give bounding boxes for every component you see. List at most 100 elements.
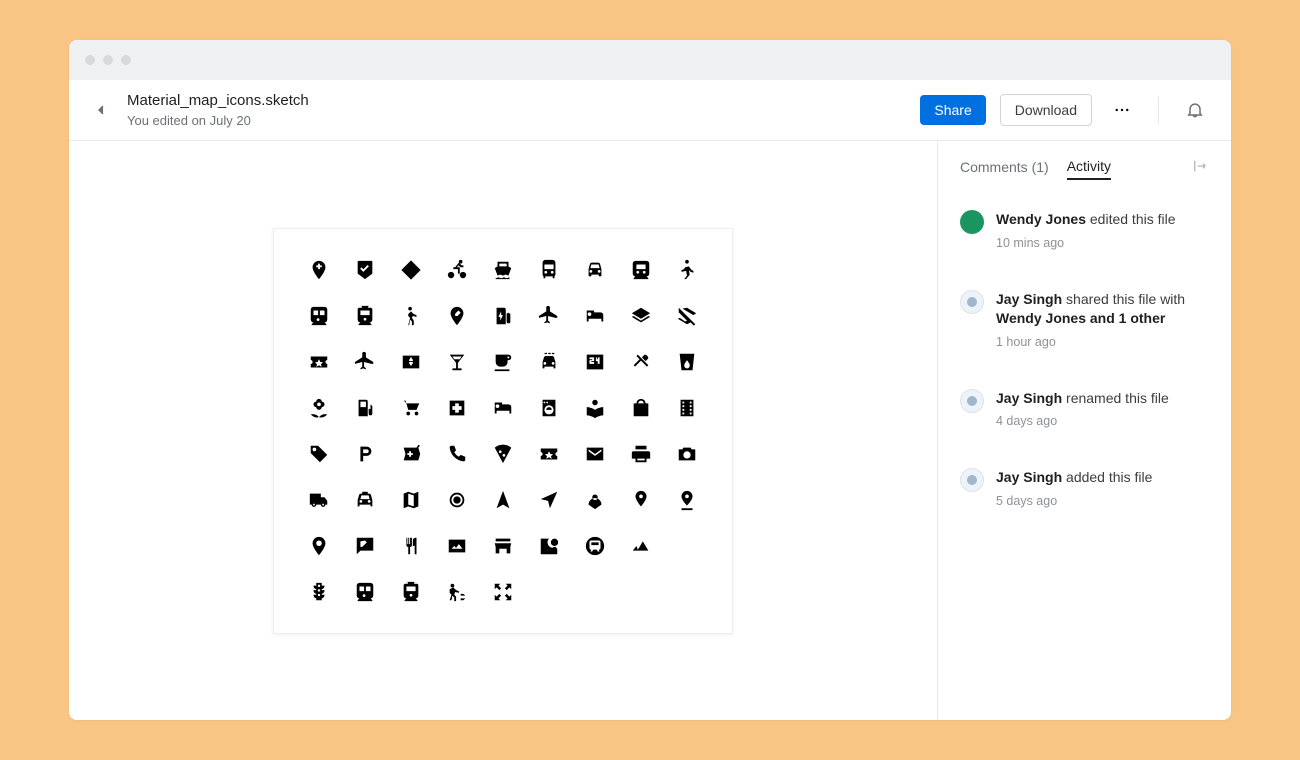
local-pharmacy-icon — [400, 443, 422, 465]
download-button[interactable]: Download — [1000, 94, 1092, 126]
local-atm-icon — [400, 351, 422, 373]
file-name: Material_map_icons.sketch — [127, 92, 906, 109]
directions-run-icon — [676, 259, 698, 281]
avatar — [960, 468, 984, 492]
separator — [1158, 97, 1159, 123]
activity-item: Jay Singh added this file 5 days ago — [960, 468, 1209, 508]
activity-time: 10 mins ago — [996, 236, 1176, 250]
window-dot — [85, 55, 95, 65]
window-dot — [103, 55, 113, 65]
activity-text: Jay Singh shared this file with Wendy Jo… — [996, 290, 1209, 329]
activity-item: Jay Singh shared this file with Wendy Jo… — [960, 290, 1209, 349]
icon-sheet — [308, 259, 698, 603]
empty-cell — [630, 581, 652, 603]
activity-list: Wendy Jones edited this file10 mins ago J… — [960, 210, 1209, 508]
last-edited-line: You edited on July 20 — [127, 113, 906, 128]
rate-review-icon — [354, 535, 376, 557]
activity-item: Wendy Jones edited this file10 mins ago — [960, 210, 1209, 250]
activity-text: Jay Singh renamed this file — [996, 389, 1169, 409]
empty-cell — [538, 581, 560, 603]
activity-time: 5 days ago — [996, 494, 1152, 508]
map-icon — [400, 489, 422, 511]
local-hotel-icon — [492, 397, 514, 419]
local-activity-icon — [308, 351, 330, 373]
pin-location-icon — [630, 489, 652, 511]
empty-cell — [584, 581, 606, 603]
local-phone-icon — [446, 443, 468, 465]
body: Comments (1) Activity Wendy Jones edited… — [69, 141, 1231, 720]
tram-icon — [354, 305, 376, 327]
local-cafe-icon — [492, 351, 514, 373]
traffic-icon — [308, 581, 330, 603]
avatar — [960, 389, 984, 413]
near-me-icon — [538, 489, 560, 511]
notifications-button[interactable] — [1179, 94, 1211, 126]
preview-canvas[interactable] — [69, 141, 937, 720]
sidebar: Comments (1) Activity Wendy Jones edited… — [937, 141, 1231, 720]
flight-icon — [538, 305, 560, 327]
subway-circle-icon — [584, 535, 606, 557]
layers-clear-icon — [676, 305, 698, 327]
my-location-icon — [446, 489, 468, 511]
avatar — [960, 290, 984, 314]
activity-time: 1 hour ago — [996, 335, 1209, 349]
share-button[interactable]: Share — [920, 95, 985, 125]
activity-item: Jay Singh renamed this file 4 days ago — [960, 389, 1209, 429]
restaurant-menu-icon — [400, 535, 422, 557]
local-airport-icon — [354, 351, 376, 373]
local-taxi-icon — [354, 489, 376, 511]
local-grocery-store-icon — [400, 397, 422, 419]
local-laundry-service-icon — [538, 397, 560, 419]
local-mall-icon — [630, 397, 652, 419]
directions-bike-icon — [446, 259, 468, 281]
satellite-icon — [446, 535, 468, 557]
store-mall-directory-icon — [492, 535, 514, 557]
navigation-icon — [492, 489, 514, 511]
local-offer-icon — [308, 443, 330, 465]
tab-comments[interactable]: Comments (1) — [960, 159, 1049, 179]
hotel-icon — [584, 305, 606, 327]
tab-activity[interactable]: Activity — [1067, 158, 1111, 180]
local-drink-icon — [676, 351, 698, 373]
file-info: Material_map_icons.sketch You edited on … — [127, 92, 906, 128]
more-options-button[interactable] — [1106, 94, 1138, 126]
beenhere-icon — [354, 259, 376, 281]
activity-time: 4 days ago — [996, 414, 1169, 428]
transfer-within-a-station-icon — [446, 581, 468, 603]
local-movies-icon — [676, 397, 698, 419]
train-icon — [354, 581, 376, 603]
local-florist-icon — [308, 397, 330, 419]
local-convenience-store-icon — [584, 351, 606, 373]
tram2-icon — [400, 581, 422, 603]
pin-drop-icon — [676, 489, 698, 511]
ev-station-icon — [492, 305, 514, 327]
local-post-office-icon — [584, 443, 606, 465]
directions-subway-icon — [630, 259, 652, 281]
add-location-icon — [308, 259, 330, 281]
directions-car-icon — [584, 259, 606, 281]
layers-icon — [630, 305, 652, 327]
edit-location-icon — [446, 305, 468, 327]
local-parking-icon — [354, 443, 376, 465]
empty-cell — [676, 581, 698, 603]
terrain-icon — [630, 535, 652, 557]
local-car-wash-icon — [538, 351, 560, 373]
local-print-shop-icon — [630, 443, 652, 465]
local-play-icon — [538, 443, 560, 465]
directions-bus-icon — [538, 259, 560, 281]
place-icon — [308, 535, 330, 557]
zoom-out-map-icon — [492, 581, 514, 603]
local-pizza-icon — [492, 443, 514, 465]
directions-ferry-icon — [492, 259, 514, 281]
back-button[interactable] — [89, 98, 113, 122]
expand-sidebar-button[interactable] — [1191, 157, 1209, 180]
directions-walk-icon — [400, 305, 422, 327]
activity-text: Jay Singh added this file — [996, 468, 1152, 488]
local-hospital-icon — [446, 397, 468, 419]
streetview-icon — [538, 535, 560, 557]
person-pin-icon — [584, 489, 606, 511]
artboard — [273, 228, 733, 634]
local-shipping-icon — [308, 489, 330, 511]
sidebar-tabs: Comments (1) Activity — [960, 157, 1209, 180]
avatar — [960, 210, 984, 234]
